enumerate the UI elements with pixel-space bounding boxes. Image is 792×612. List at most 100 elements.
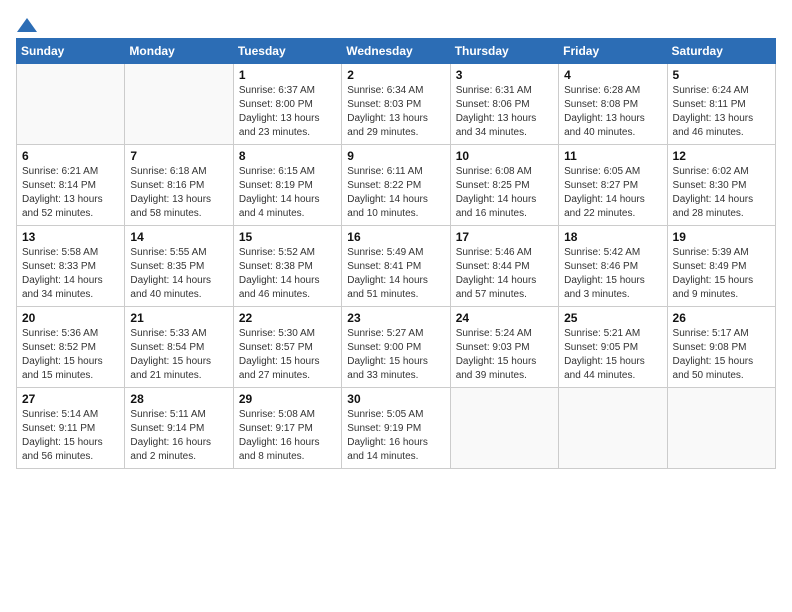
calendar-cell: 29 Sunrise: 5:08 AM Sunset: 9:17 PM Dayli… bbox=[233, 388, 341, 469]
weekday-header-sunday: Sunday bbox=[17, 39, 125, 64]
week-row-1: 1 Sunrise: 6:37 AM Sunset: 8:00 PM Daylig… bbox=[17, 64, 776, 145]
calendar-cell: 24 Sunrise: 5:24 AM Sunset: 9:03 PM Dayli… bbox=[450, 307, 558, 388]
calendar-cell: 27Sunrise: 5:14 AM Sunset: 9:11 PM Dayli… bbox=[17, 388, 125, 469]
calendar-cell: 16 Sunrise: 5:49 AM Sunset: 8:41 PM Dayli… bbox=[342, 226, 450, 307]
day-number: 8 bbox=[239, 149, 336, 163]
day-number: 23 bbox=[347, 311, 444, 325]
day-number: 24 bbox=[456, 311, 553, 325]
calendar-cell: 30 Sunrise: 5:05 AM Sunset: 9:19 PM Dayli… bbox=[342, 388, 450, 469]
day-number: 15 bbox=[239, 230, 336, 244]
weekday-header-row: SundayMondayTuesdayWednesdayThursdayFrid… bbox=[17, 39, 776, 64]
day-info: Sunrise: 5:05 AM Sunset: 9:19 PM Dayligh… bbox=[347, 408, 444, 464]
day-number: 12 bbox=[673, 149, 770, 163]
week-row-4: 20 Sunrise: 5:36 AM Sunset: 8:52 PM Dayli… bbox=[17, 307, 776, 388]
weekday-header-friday: Friday bbox=[559, 39, 667, 64]
week-row-2: 6 Sunrise: 6:21 AM Sunset: 8:14 PM Daylig… bbox=[17, 145, 776, 226]
day-number: 1 bbox=[239, 68, 336, 82]
day-number: 11 bbox=[564, 149, 661, 163]
day-number: 17 bbox=[456, 230, 553, 244]
calendar-cell: 26 Sunrise: 5:17 AM Sunset: 9:08 PM Dayli… bbox=[667, 307, 775, 388]
day-info: Sunrise: 6:21 AM Sunset: 8:14 PM Dayligh… bbox=[22, 165, 119, 221]
weekday-header-wednesday: Wednesday bbox=[342, 39, 450, 64]
day-info: Sunrise: 5:36 AM Sunset: 8:52 PM Dayligh… bbox=[22, 327, 119, 383]
calendar-cell: 6 Sunrise: 6:21 AM Sunset: 8:14 PM Daylig… bbox=[17, 145, 125, 226]
day-info: Sunrise: 6:18 AM Sunset: 8:16 PM Dayligh… bbox=[130, 165, 227, 221]
day-number: 10 bbox=[456, 149, 553, 163]
weekday-header-monday: Monday bbox=[125, 39, 233, 64]
day-info: Sunrise: 6:15 AM Sunset: 8:19 PM Dayligh… bbox=[239, 165, 336, 221]
day-number: 16 bbox=[347, 230, 444, 244]
day-number: 2 bbox=[347, 68, 444, 82]
day-number: 7 bbox=[130, 149, 227, 163]
day-info: Sunrise: 5:08 AM Sunset: 9:17 PM Dayligh… bbox=[239, 408, 336, 464]
day-number: 18 bbox=[564, 230, 661, 244]
day-info: Sunrise: 5:49 AM Sunset: 8:41 PM Dayligh… bbox=[347, 246, 444, 302]
calendar-cell: 13 Sunrise: 5:58 AM Sunset: 8:33 PM Dayli… bbox=[17, 226, 125, 307]
day-info: Sunrise: 5:27 AM Sunset: 9:00 PM Dayligh… bbox=[347, 327, 444, 383]
day-info: Sunrise: 5:11 AM Sunset: 9:14 PM Dayligh… bbox=[130, 408, 227, 464]
day-info: Sunrise: 5:30 AM Sunset: 8:57 PM Dayligh… bbox=[239, 327, 336, 383]
calendar-cell: 21 Sunrise: 5:33 AM Sunset: 8:54 PM Dayli… bbox=[125, 307, 233, 388]
calendar-cell: 1 Sunrise: 6:37 AM Sunset: 8:00 PM Daylig… bbox=[233, 64, 341, 145]
calendar-cell: 17Sunrise: 5:46 AM Sunset: 8:44 PM Dayli… bbox=[450, 226, 558, 307]
weekday-header-thursday: Thursday bbox=[450, 39, 558, 64]
week-row-3: 13 Sunrise: 5:58 AM Sunset: 8:33 PM Dayli… bbox=[17, 226, 776, 307]
calendar-cell: 11 Sunrise: 6:05 AM Sunset: 8:27 PM Dayli… bbox=[559, 145, 667, 226]
day-number: 14 bbox=[130, 230, 227, 244]
day-number: 9 bbox=[347, 149, 444, 163]
day-number: 22 bbox=[239, 311, 336, 325]
day-info: Sunrise: 5:17 AM Sunset: 9:08 PM Dayligh… bbox=[673, 327, 770, 383]
calendar-cell: 18 Sunrise: 5:42 AM Sunset: 8:46 PM Dayli… bbox=[559, 226, 667, 307]
day-number: 4 bbox=[564, 68, 661, 82]
calendar-cell bbox=[559, 388, 667, 469]
calendar-cell: 19 Sunrise: 5:39 AM Sunset: 8:49 PM Dayli… bbox=[667, 226, 775, 307]
day-info: Sunrise: 5:24 AM Sunset: 9:03 PM Dayligh… bbox=[456, 327, 553, 383]
day-info: Sunrise: 5:39 AM Sunset: 8:49 PM Dayligh… bbox=[673, 246, 770, 302]
day-number: 29 bbox=[239, 392, 336, 406]
day-info: Sunrise: 6:31 AM Sunset: 8:06 PM Dayligh… bbox=[456, 84, 553, 140]
day-info: Sunrise: 5:55 AM Sunset: 8:35 PM Dayligh… bbox=[130, 246, 227, 302]
calendar-cell: 12 Sunrise: 6:02 AM Sunset: 8:30 PM Dayli… bbox=[667, 145, 775, 226]
weekday-header-tuesday: Tuesday bbox=[233, 39, 341, 64]
calendar-cell: 23 Sunrise: 5:27 AM Sunset: 9:00 PM Dayli… bbox=[342, 307, 450, 388]
day-number: 25 bbox=[564, 311, 661, 325]
day-info: Sunrise: 6:05 AM Sunset: 8:27 PM Dayligh… bbox=[564, 165, 661, 221]
calendar-cell: 2Sunrise: 6:34 AM Sunset: 8:03 PM Daylig… bbox=[342, 64, 450, 145]
week-row-5: 27Sunrise: 5:14 AM Sunset: 9:11 PM Dayli… bbox=[17, 388, 776, 469]
day-number: 26 bbox=[673, 311, 770, 325]
day-info: Sunrise: 6:37 AM Sunset: 8:00 PM Dayligh… bbox=[239, 84, 336, 140]
calendar-cell bbox=[17, 64, 125, 145]
calendar-cell: 7 Sunrise: 6:18 AM Sunset: 8:16 PM Daylig… bbox=[125, 145, 233, 226]
calendar-cell bbox=[667, 388, 775, 469]
calendar-cell: 3 Sunrise: 6:31 AM Sunset: 8:06 PM Daylig… bbox=[450, 64, 558, 145]
day-info: Sunrise: 6:02 AM Sunset: 8:30 PM Dayligh… bbox=[673, 165, 770, 221]
day-number: 28 bbox=[130, 392, 227, 406]
day-number: 5 bbox=[673, 68, 770, 82]
calendar-cell bbox=[125, 64, 233, 145]
day-number: 21 bbox=[130, 311, 227, 325]
day-info: Sunrise: 5:42 AM Sunset: 8:46 PM Dayligh… bbox=[564, 246, 661, 302]
day-info: Sunrise: 5:33 AM Sunset: 8:54 PM Dayligh… bbox=[130, 327, 227, 383]
day-number: 19 bbox=[673, 230, 770, 244]
calendar-cell bbox=[450, 388, 558, 469]
logo-icon bbox=[17, 16, 37, 34]
calendar-cell: 28 Sunrise: 5:11 AM Sunset: 9:14 PM Dayli… bbox=[125, 388, 233, 469]
calendar-cell: 22 Sunrise: 5:30 AM Sunset: 8:57 PM Dayli… bbox=[233, 307, 341, 388]
day-info: Sunrise: 6:28 AM Sunset: 8:08 PM Dayligh… bbox=[564, 84, 661, 140]
calendar-cell: 4 Sunrise: 6:28 AM Sunset: 8:08 PM Daylig… bbox=[559, 64, 667, 145]
day-info: Sunrise: 6:24 AM Sunset: 8:11 PM Dayligh… bbox=[673, 84, 770, 140]
day-info: Sunrise: 5:21 AM Sunset: 9:05 PM Dayligh… bbox=[564, 327, 661, 383]
calendar-cell: 20 Sunrise: 5:36 AM Sunset: 8:52 PM Dayli… bbox=[17, 307, 125, 388]
day-number: 30 bbox=[347, 392, 444, 406]
calendar-cell: 14 Sunrise: 5:55 AM Sunset: 8:35 PM Dayli… bbox=[125, 226, 233, 307]
page-header bbox=[16, 16, 776, 30]
day-number: 3 bbox=[456, 68, 553, 82]
weekday-header-saturday: Saturday bbox=[667, 39, 775, 64]
day-number: 6 bbox=[22, 149, 119, 163]
calendar-cell: 25 Sunrise: 5:21 AM Sunset: 9:05 PM Dayli… bbox=[559, 307, 667, 388]
calendar-cell: 10Sunrise: 6:08 AM Sunset: 8:25 PM Dayli… bbox=[450, 145, 558, 226]
day-info: Sunrise: 5:14 AM Sunset: 9:11 PM Dayligh… bbox=[22, 408, 119, 464]
day-info: Sunrise: 5:58 AM Sunset: 8:33 PM Dayligh… bbox=[22, 246, 119, 302]
day-number: 20 bbox=[22, 311, 119, 325]
day-number: 13 bbox=[22, 230, 119, 244]
